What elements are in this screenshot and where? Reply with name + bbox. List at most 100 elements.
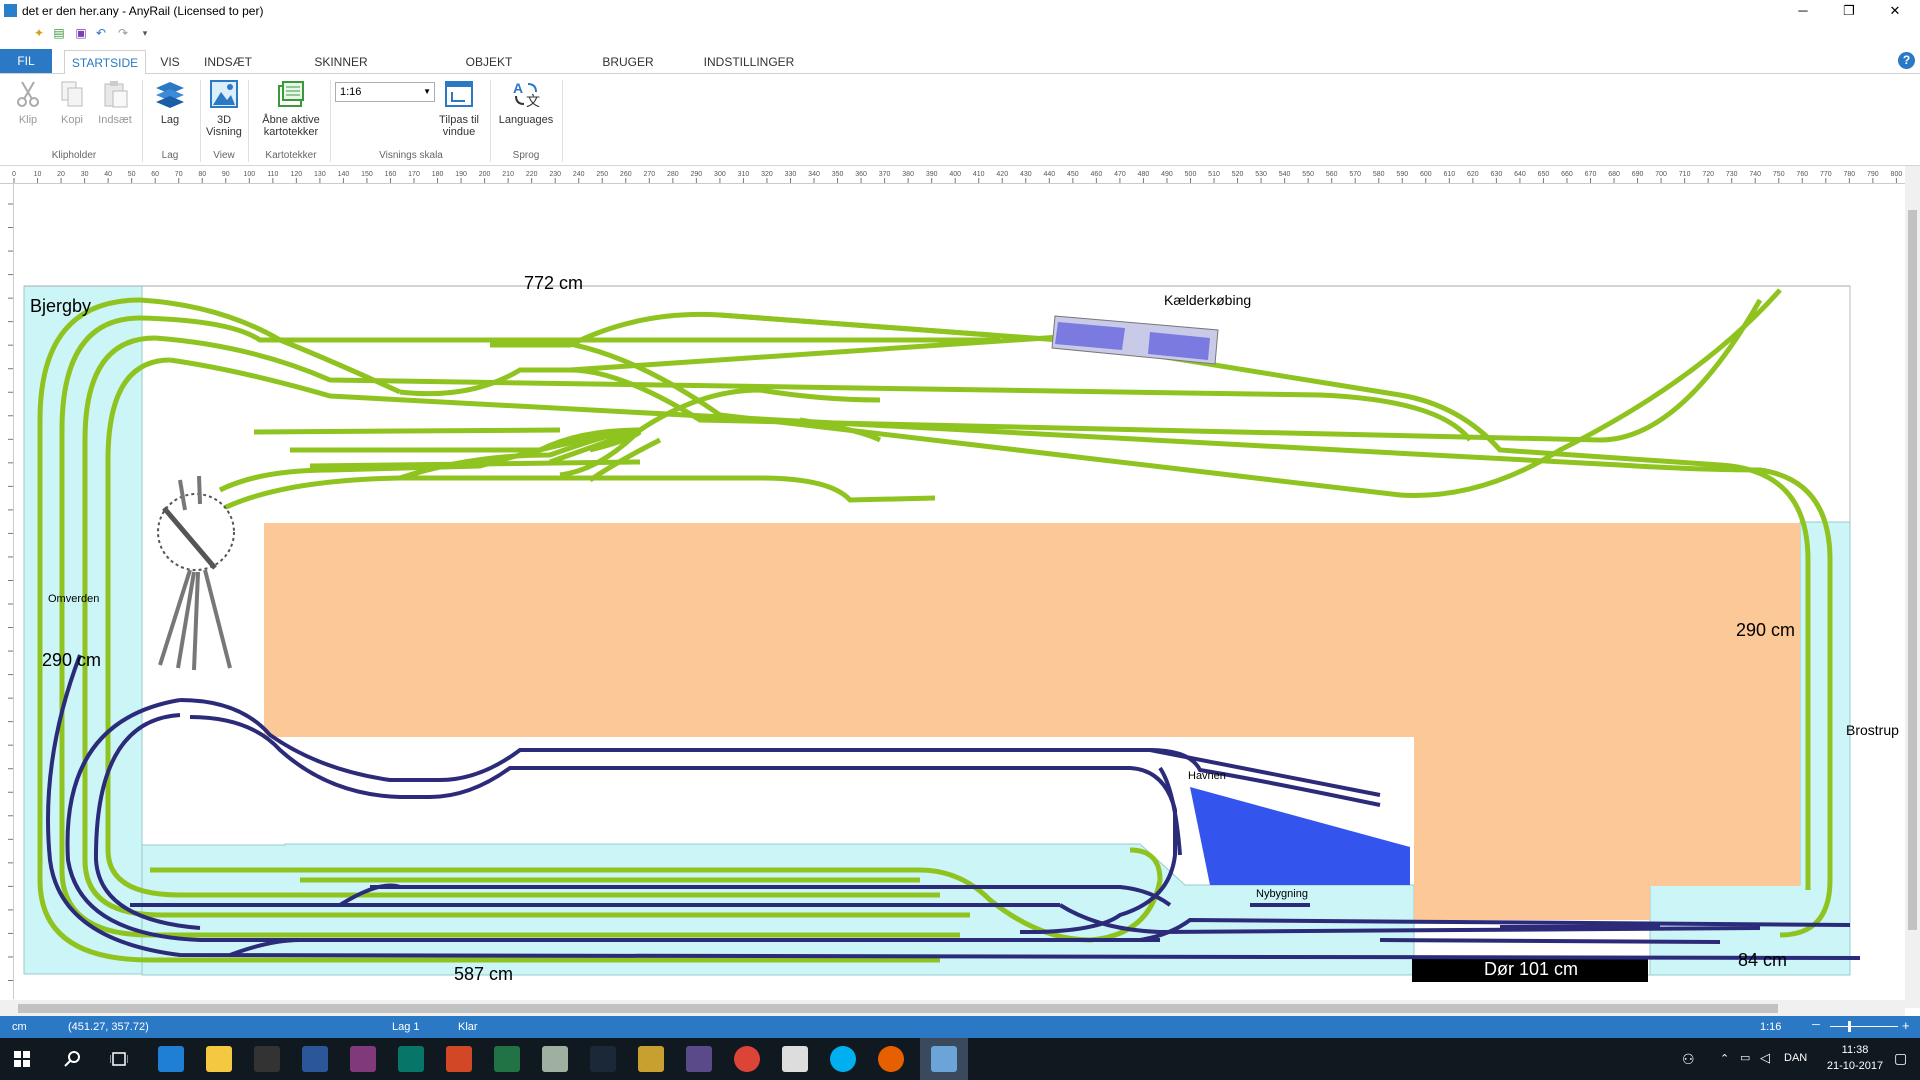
klip-button[interactable]: Klip <box>12 78 44 126</box>
windows-start-icon[interactable] <box>14 1051 30 1067</box>
file-explorer-icon[interactable] <box>206 1046 232 1072</box>
new-file-icon[interactable]: ✦ <box>32 26 46 40</box>
zoom-slider[interactable] <box>1830 1026 1898 1027</box>
aabne-line1: Åbne aktive <box>262 114 320 126</box>
edge-browser-icon[interactable] <box>158 1046 184 1072</box>
onenote-icon[interactable] <box>350 1046 376 1072</box>
aabne-kartotekker-button[interactable]: Åbne aktive kartotekker <box>256 78 326 138</box>
ruler-tick-label: 330 <box>785 171 797 178</box>
ruler-tick-label: 320 <box>761 171 773 178</box>
app-icon[interactable] <box>638 1046 664 1072</box>
ruler-tick-label: 190 <box>455 171 467 178</box>
ruler-tick-label: 40 <box>104 171 112 178</box>
ruler-tick-label: 590 <box>1396 171 1408 178</box>
omverden-label: Omverden <box>48 593 100 605</box>
ruler-tick-label: 690 <box>1632 171 1644 178</box>
notifications-icon[interactable]: ▢ <box>1894 1050 1907 1067</box>
tab-skinner-kartotekker[interactable]: SKINNER KARTOTEKKER <box>272 50 410 93</box>
track-plan[interactable] <box>14 184 1905 999</box>
ruler-tick-label: 490 <box>1161 171 1173 178</box>
scale-select[interactable]: 1:16 ▼ <box>335 82 435 102</box>
lag-button[interactable]: Lag <box>150 78 190 126</box>
chevron-up-icon[interactable]: ⌃ <box>1720 1052 1729 1065</box>
tab-vis[interactable]: VIS <box>152 50 188 74</box>
customize-dropdown-icon[interactable]: ▾ <box>138 26 152 40</box>
skype-icon[interactable] <box>830 1046 856 1072</box>
maximize-button[interactable]: ❐ <box>1826 0 1872 22</box>
volume-icon[interactable]: ◁ <box>1760 1050 1770 1066</box>
publisher-icon[interactable] <box>398 1046 424 1072</box>
layout-canvas[interactable]: Bjergby 772 cm Kælderkøbing Omverden 290… <box>14 184 1905 999</box>
kopi-label: Kopi <box>60 114 84 126</box>
redo-icon[interactable]: ↷ <box>116 26 130 40</box>
minimize-button[interactable]: ─ <box>1780 0 1826 22</box>
ruler-tick-label: 400 <box>949 171 961 178</box>
languages-button[interactable]: A文 Languages <box>496 78 556 126</box>
tray-language[interactable]: DAN <box>1784 1052 1807 1064</box>
horizontal-scrollbar[interactable] <box>0 1000 1905 1016</box>
horizontal-scroll-thumb[interactable] <box>18 1004 1778 1013</box>
ruler-tick-label: 180 <box>432 171 444 178</box>
tab-fil[interactable]: FIL <box>0 49 52 73</box>
powerpoint-icon[interactable] <box>446 1046 472 1072</box>
firefox-icon[interactable] <box>878 1046 904 1072</box>
help-icon[interactable]: ? <box>1898 52 1915 69</box>
chrome-icon[interactable] <box>734 1046 760 1072</box>
store-icon[interactable] <box>254 1046 280 1072</box>
tab-indsaet[interactable]: INDSÆT <box>196 50 260 74</box>
3d-visning-button[interactable]: 3D Visning <box>204 78 244 138</box>
tab-bruger-objekter[interactable]: BRUGER OBJEKTER <box>572 50 684 93</box>
indsaet-button[interactable]: Indsæt <box>96 78 134 126</box>
network-icon[interactable]: ▭ <box>1740 1051 1750 1064</box>
task-view-icon[interactable] <box>110 1050 128 1068</box>
ruler-tick-label: 580 <box>1373 171 1385 178</box>
status-layer[interactable]: Lag 1 <box>392 1021 420 1033</box>
zoom-slider-thumb[interactable] <box>1848 1021 1851 1032</box>
ruler-tick-label: 10 <box>34 171 42 178</box>
zoom-out-icon[interactable]: ─ <box>1812 1019 1820 1031</box>
visnings-skala-group-label: Visnings skala <box>379 150 443 161</box>
tilpas-til-vindue-button[interactable]: Tilpas til vindue <box>432 78 486 138</box>
tilpas-line2: vindue <box>442 126 476 138</box>
zoom-in-icon[interactable]: + <box>1902 1018 1910 1033</box>
ruler-tick-label: 600 <box>1420 171 1432 178</box>
status-bar: cm (451.27, 357.72) Lag 1 Klar 1:16 ─ + <box>0 1016 1920 1038</box>
undo-icon[interactable]: ↶ <box>94 26 108 40</box>
tab-indstillinger[interactable]: INDSTILLINGER <box>700 50 798 74</box>
vertical-ruler <box>0 184 14 999</box>
tab-startside[interactable]: STARTSIDE <box>64 50 146 74</box>
close-button[interactable]: ✕ <box>1872 0 1918 22</box>
ruler-tick-label: 770 <box>1820 171 1832 178</box>
tray-time[interactable]: 11:38 <box>1830 1044 1880 1056</box>
ruler-tick-label: 230 <box>549 171 561 178</box>
vertical-scrollbar[interactable] <box>1905 166 1920 1008</box>
ruler-tick-label: 80 <box>198 171 206 178</box>
catalog-icon <box>278 81 304 107</box>
ruler-tick-label: 530 <box>1255 171 1267 178</box>
media-player-icon[interactable] <box>686 1046 712 1072</box>
group-separator <box>142 80 143 162</box>
app-icon[interactable] <box>542 1046 568 1072</box>
tab-objekt-kartotekker[interactable]: OBJEKT KARTOTEKKER <box>424 50 554 93</box>
vertical-scroll-thumb[interactable] <box>1908 210 1917 930</box>
steam-icon[interactable] <box>590 1046 616 1072</box>
status-unit: cm <box>12 1021 27 1033</box>
anyrail-taskbar-button[interactable] <box>920 1038 968 1080</box>
mail-icon[interactable] <box>782 1046 808 1072</box>
excel-icon[interactable] <box>494 1046 520 1072</box>
ruler-tick-label: 450 <box>1067 171 1079 178</box>
status-zoom: 1:16 <box>1760 1021 1782 1033</box>
right-290-label: 290 cm <box>1736 620 1796 640</box>
right-84-label: 84 cm <box>1738 950 1788 970</box>
tray-date[interactable]: 21-10-2017 <box>1826 1060 1884 1072</box>
open-file-icon[interactable]: ▤ <box>52 26 66 40</box>
search-icon[interactable] <box>64 1050 82 1068</box>
ruler-tick-label: 630 <box>1491 171 1503 178</box>
people-icon[interactable]: ⚇ <box>1682 1051 1695 1068</box>
kopi-button[interactable]: Kopi <box>56 78 88 126</box>
ruler-tick-label: 710 <box>1679 171 1691 178</box>
klipholder-group-label: Klipholder <box>51 150 97 161</box>
word-icon[interactable] <box>302 1046 328 1072</box>
ruler-tick-label: 380 <box>902 171 914 178</box>
save-icon[interactable]: ▣ <box>74 26 88 40</box>
